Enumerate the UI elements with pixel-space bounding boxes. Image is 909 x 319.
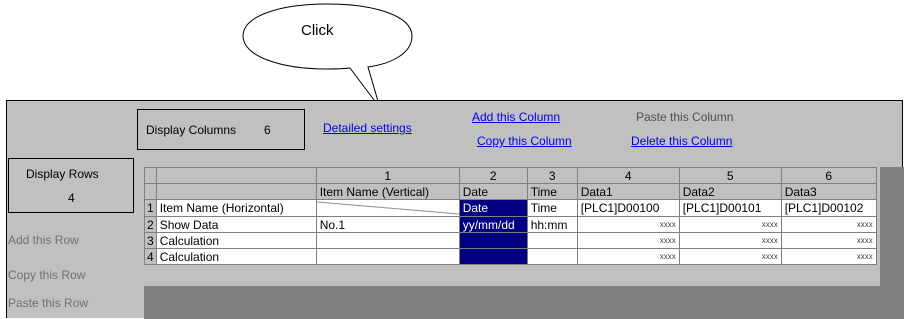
column-number-row: 1 2 3 4 5 6 xyxy=(144,167,877,184)
table-cell[interactable]: yy/mm/dd xyxy=(458,216,528,233)
table-cell[interactable]: xxxx xyxy=(780,232,877,249)
table-cell[interactable] xyxy=(315,248,460,265)
table-cell[interactable]: xxxx xyxy=(576,216,680,233)
column-name[interactable]: Time xyxy=(526,183,578,200)
settings-panel: Display Columns 6 Detailed settings Add … xyxy=(6,100,904,319)
diagonal-cell[interactable] xyxy=(315,199,460,217)
column-number[interactable]: 5 xyxy=(678,167,782,184)
display-rows-label: Display Rows xyxy=(26,167,99,181)
callout-bubble xyxy=(242,3,413,109)
table-cell[interactable]: xxxx xyxy=(678,216,782,233)
callout-text: Click xyxy=(301,22,334,39)
copy-column-link[interactable]: Copy this Column xyxy=(477,134,572,148)
table-cell[interactable]: [PLC1]D00100 xyxy=(576,199,680,217)
table-cell[interactable]: xxxx xyxy=(576,232,680,249)
row-number[interactable]: 4 xyxy=(144,248,157,265)
column-name[interactable]: Date xyxy=(458,183,528,200)
table-cell[interactable]: xxxx xyxy=(780,248,877,265)
display-rows-box: Display Rows 4 xyxy=(8,158,134,213)
column-number[interactable]: 6 xyxy=(780,167,877,184)
table-row: 3 Calculation xxxx xxxx xxxx xyxy=(144,232,877,249)
display-columns-box: Display Columns 6 xyxy=(137,109,305,150)
column-number[interactable]: 2 xyxy=(458,167,528,184)
add-row-link[interactable]: Add this Row xyxy=(8,233,79,247)
column-number[interactable]: 4 xyxy=(576,167,680,184)
table-row: 2 Show Data No.1 yy/mm/dd hh:mm xxxx xxx… xyxy=(144,216,877,233)
row-label[interactable]: Item Name (Horizontal) xyxy=(155,199,317,217)
table-cell[interactable] xyxy=(315,232,460,249)
grid-empty-area-bottom xyxy=(144,286,897,319)
add-column-link[interactable]: Add this Column xyxy=(472,110,560,124)
paste-column-link[interactable]: Paste this Column xyxy=(636,110,733,124)
row-label[interactable]: Calculation xyxy=(155,232,317,249)
column-grid: 1 2 3 4 5 6 Item Name (Vertical) Date Ti… xyxy=(144,167,877,265)
table-cell[interactable]: [PLC1]D00102 xyxy=(780,199,877,217)
row-label[interactable]: Calculation xyxy=(155,248,317,265)
display-rows-value[interactable]: 4 xyxy=(68,191,75,205)
display-columns-value[interactable]: 6 xyxy=(264,123,271,137)
column-name[interactable]: Data2 xyxy=(678,183,782,200)
copy-row-link[interactable]: Copy this Row xyxy=(8,268,85,282)
column-name[interactable]: Item Name (Vertical) xyxy=(315,183,460,200)
table-row: 1 Item Name (Horizontal) Date Time [PLC1… xyxy=(144,199,877,217)
table-cell[interactable]: xxxx xyxy=(576,248,680,265)
grid-corner xyxy=(144,167,157,184)
table-cell[interactable] xyxy=(458,248,528,265)
table-cell[interactable]: hh:mm xyxy=(526,216,578,233)
grid-corner-label xyxy=(155,183,317,200)
table-cell[interactable]: [PLC1]D00101 xyxy=(678,199,782,217)
table-cell[interactable]: xxxx xyxy=(780,216,877,233)
diagonal-line xyxy=(317,201,459,215)
display-columns-label: Display Columns xyxy=(146,123,237,137)
column-number[interactable]: 1 xyxy=(315,167,460,184)
grid-corner-label xyxy=(155,167,317,184)
detailed-settings-link[interactable]: Detailed settings xyxy=(323,121,412,135)
table-cell[interactable]: No.1 xyxy=(315,216,460,233)
row-label[interactable]: Show Data xyxy=(155,216,317,233)
grid-corner xyxy=(144,183,157,200)
table-cell[interactable]: xxxx xyxy=(678,232,782,249)
table-cell[interactable]: xxxx xyxy=(678,248,782,265)
column-number[interactable]: 3 xyxy=(526,167,578,184)
table-cell[interactable]: Date xyxy=(458,199,528,217)
paste-row-link[interactable]: Paste this Row xyxy=(8,296,88,310)
table-row: 4 Calculation xxxx xxxx xxxx xyxy=(144,248,877,265)
table-cell[interactable] xyxy=(458,232,528,249)
table-cell[interactable] xyxy=(526,232,578,249)
row-number[interactable]: 3 xyxy=(144,232,157,249)
row-number[interactable]: 2 xyxy=(144,216,157,233)
table-cell[interactable] xyxy=(526,248,578,265)
column-name[interactable]: Data3 xyxy=(780,183,877,200)
row-number[interactable]: 1 xyxy=(144,199,157,217)
table-cell[interactable]: Time xyxy=(526,199,578,217)
delete-column-link[interactable]: Delete this Column xyxy=(631,134,732,148)
column-name-row: Item Name (Vertical) Date Time Data1 Dat… xyxy=(144,183,877,200)
column-name[interactable]: Data1 xyxy=(576,183,680,200)
